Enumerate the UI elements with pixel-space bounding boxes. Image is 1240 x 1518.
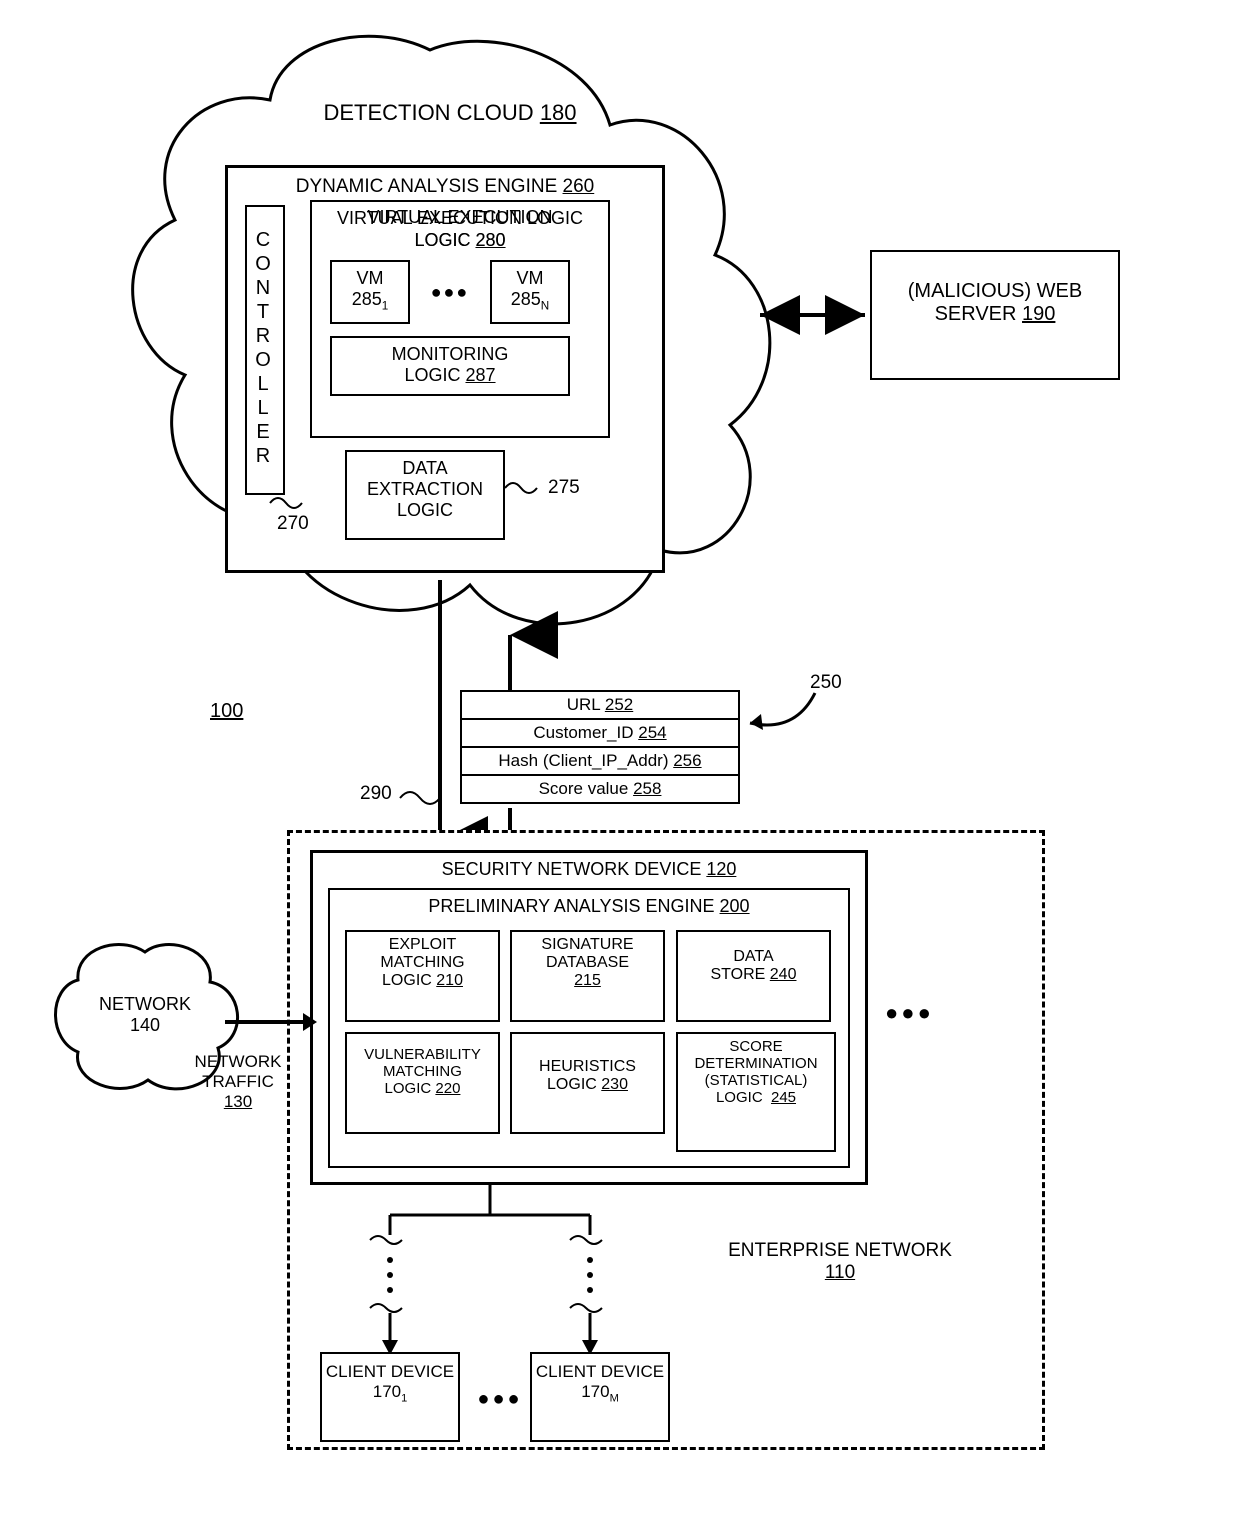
exploit-matching-title: EXPLOITMATCHINGLOGIC 210 (347, 936, 498, 990)
signature-db-title: SIGNATUREDATABASE215 (512, 936, 663, 990)
packet-side-arrow (745, 688, 825, 738)
snd-right-ellipsis: ●●● (885, 1000, 934, 1026)
score-determination-title: SCOREDETERMINATION(STATISTICAL)LOGIC 245 (678, 1038, 834, 1106)
web-server-title: (MALICIOUS) WEB SERVER 190 (872, 280, 1118, 326)
vm-label-n: VM285N (492, 268, 568, 313)
network-title: NETWORK140 (80, 994, 210, 1036)
controller-label: CONTROLLER (251, 219, 274, 479)
data-ext-leader (505, 480, 545, 498)
exploit-matching-box: EXPLOITMATCHINGLOGIC 210 (345, 930, 500, 1022)
packet-hash-row: Hash (Client_IP_Addr) 256 (460, 746, 740, 776)
web-server-box: (MALICIOUS) WEB SERVER 190 (870, 250, 1120, 380)
network-traffic-label: NETWORK TRAFFIC130 (178, 1052, 298, 1112)
score-determination-box: SCOREDETERMINATION(STATISTICAL)LOGIC 245 (676, 1032, 836, 1152)
data-store-title: DATASTORE 240 (678, 948, 829, 984)
network-to-snd-arrow (225, 1010, 320, 1034)
heuristics-logic-box: HEURISTICSLOGIC 230 (510, 1032, 665, 1134)
snd-title: SECURITY NETWORK DEVICE 120 (313, 859, 865, 880)
arrow-290-leader (400, 790, 460, 808)
arrow-290-ref: 290 (360, 783, 392, 805)
heuristics-logic-title: HEURISTICSLOGIC 230 (512, 1058, 663, 1094)
signature-db-box: SIGNATUREDATABASE215 (510, 930, 665, 1022)
client-device-m: CLIENT DEVICE170M (530, 1352, 670, 1442)
vm-box-1: VM2851 (330, 260, 410, 324)
figure-ref: 100 (210, 700, 243, 723)
monitoring-logic-box: MONITORINGLOGIC 287 (330, 336, 570, 396)
controller-leader (270, 495, 310, 513)
vm-box-n: VM285N (490, 260, 570, 324)
vel-title-real: VIRTUAL EXECUTIONLOGIC 280 (310, 206, 610, 251)
packet-stack: URL 252 Customer_ID 254 Hash (Client_IP_… (460, 690, 740, 808)
data-extraction-box: DATAEXTRACTIONLOGIC (345, 450, 505, 540)
packet-url-row: URL 252 (460, 690, 740, 720)
detection-cloud-title: DETECTION CLOUD 180 (300, 100, 600, 126)
client-fanout (350, 1185, 630, 1365)
client-device-m-title: CLIENT DEVICE170M (532, 1362, 668, 1404)
vulnerability-matching-box: VULNERABILITYMATCHINGLOGIC 220 (345, 1032, 500, 1134)
enterprise-network-title: ENTERPRISE NETWORK110 (690, 1240, 990, 1284)
client-device-1: CLIENT DEVICE1701 (320, 1352, 460, 1442)
vm-ellipsis: ●●● (420, 282, 480, 303)
cloud-webserver-arrow (755, 300, 875, 330)
packet-score-row: Score value 258 (460, 774, 740, 804)
vm-label-1: VM2851 (332, 268, 408, 313)
controller-ref: 270 (277, 513, 309, 535)
data-extraction-title: DATAEXTRACTIONLOGIC (347, 458, 503, 521)
dynamic-analysis-engine-title: DYNAMIC ANALYSIS ENGINE 260 (228, 176, 662, 198)
client-ellipsis: ●●● (470, 1388, 530, 1411)
controller-box: CONTROLLER (245, 205, 285, 495)
client-device-1-title: CLIENT DEVICE1701 (322, 1362, 458, 1404)
data-store-box: DATASTORE 240 (676, 930, 831, 1022)
monitoring-logic-title: MONITORINGLOGIC 287 (332, 344, 568, 386)
vulnerability-matching-title: VULNERABILITYMATCHINGLOGIC 220 (347, 1046, 498, 1097)
pae-title: PRELIMINARY ANALYSIS ENGINE 200 (330, 896, 848, 917)
packet-cust-row: Customer_ID 254 (460, 718, 740, 748)
packet-side-ref: 250 (810, 672, 842, 694)
data-ext-ref: 275 (548, 477, 580, 499)
